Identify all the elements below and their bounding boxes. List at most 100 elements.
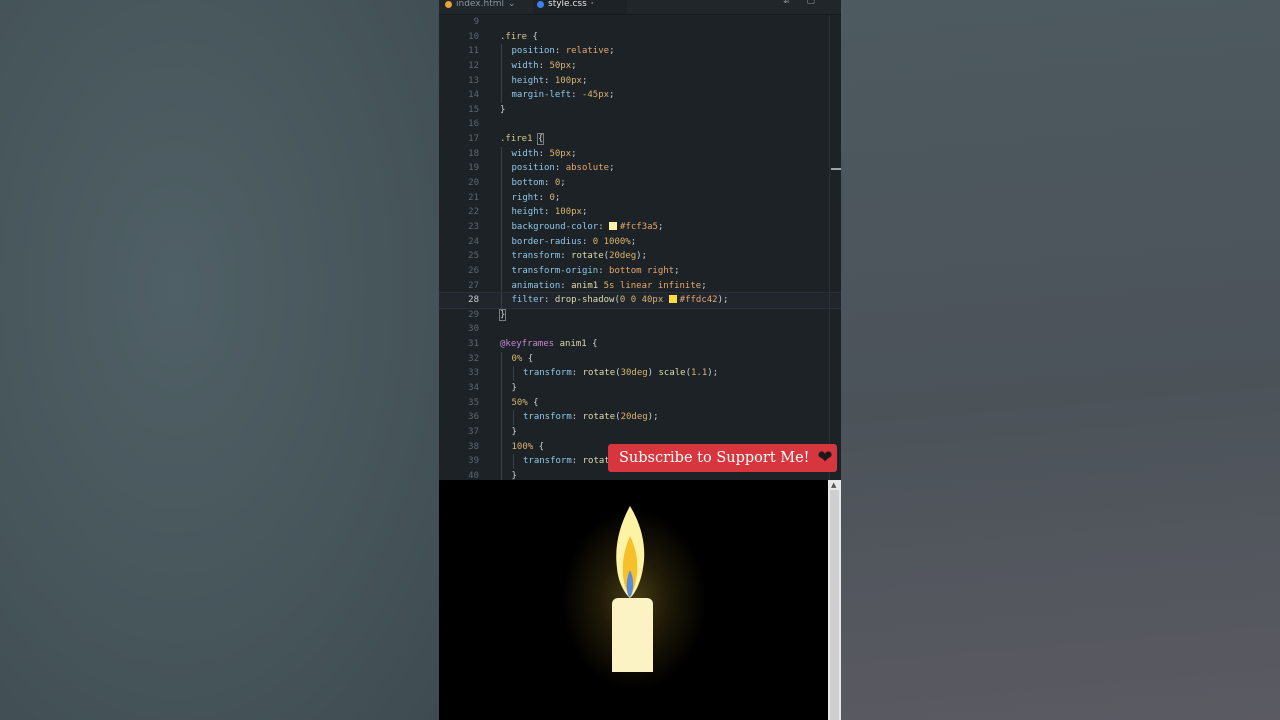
code-line[interactable]: 9 (439, 15, 841, 30)
code-line[interactable]: 20 bottom: 0; (439, 176, 841, 191)
code-line[interactable]: 18 width: 50px; (439, 146, 841, 162)
code-line[interactable]: 31 @keyframes anim1 { (439, 337, 841, 352)
code-token: width (511, 60, 539, 71)
indent-guide (501, 234, 502, 250)
code-line[interactable]: 19 position: absolute; (439, 161, 841, 177)
code-token: height (511, 207, 545, 218)
editor-scrollbar-marker[interactable] (831, 168, 841, 170)
code-line[interactable]: 28 filter: drop-shadow(0 0 40px #ffdc42); (439, 292, 841, 309)
code-token: : (560, 280, 572, 291)
code-line[interactable]: 26 transform-origin: bottom right; (439, 263, 841, 279)
code-line[interactable]: 34} (439, 381, 841, 396)
code-token: ; (581, 207, 588, 218)
code-token: ; (571, 148, 577, 159)
code-token: : (571, 90, 582, 101)
code-token: ) (647, 368, 659, 379)
html-file-icon (445, 0, 452, 8)
color-swatch[interactable] (609, 221, 618, 230)
code-line[interactable]: 37} (439, 424, 841, 440)
code-text: right: 0; (512, 191, 561, 206)
code-line[interactable]: 29} (439, 308, 841, 323)
indent-guide (501, 263, 502, 279)
code-token: : (544, 207, 555, 218)
code-text: transform: rotate(30deg) scale(1.1); (523, 366, 718, 381)
code-token: : (571, 368, 583, 379)
indent-guide (501, 366, 502, 382)
code-line[interactable]: 16 (439, 117, 841, 132)
code-line[interactable]: 15} (439, 103, 841, 118)
indent-guide (513, 410, 514, 425)
code-line[interactable]: 13 height: 100px; (439, 73, 841, 89)
code-text: } (500, 103, 505, 118)
code-token: border-radius (511, 236, 582, 247)
code-line[interactable]: 23 background-color: #fcf3a5; (439, 219, 841, 235)
scroll-up-icon[interactable]: ▲ (831, 481, 836, 489)
indent-guide (501, 381, 502, 396)
code-token: : (538, 192, 550, 203)
indent-guide (513, 454, 514, 469)
code-token: : (581, 236, 593, 247)
code-text: transform: rotate (523, 454, 615, 469)
code-text: 0% { (512, 352, 534, 367)
code-line[interactable]: 22 height: 100px; (439, 205, 841, 220)
code-line[interactable]: 17 .fire1 { (439, 132, 841, 147)
code-line[interactable]: 21 right: 0; (439, 190, 841, 206)
tab-bar: index.html ⌄ style.css · ⇵ ▢ (439, 0, 841, 15)
subscribe-banner[interactable]: Subscribe to Support Me! ❤ (608, 444, 837, 472)
code-token: } (500, 104, 506, 115)
background-right (841, 0, 1280, 720)
split-icon[interactable]: ⇵ (783, 0, 791, 6)
line-number: 39 (468, 456, 479, 467)
code-token: drop-shadow (554, 295, 615, 306)
code-line[interactable]: 32 0% { (439, 351, 841, 367)
candle-body (612, 598, 653, 672)
code-token: ); (707, 368, 719, 379)
chevron-down-icon[interactable]: ⌄ (508, 0, 516, 9)
code-line[interactable]: 36 transform: rotate(20deg); (439, 410, 841, 425)
code-token: rotate (571, 251, 604, 262)
layout-icon[interactable]: ▢ (806, 0, 815, 6)
line-number: 28 (468, 295, 479, 306)
code-token: transform (523, 368, 572, 379)
code-token: height (511, 75, 545, 86)
code-token: 100px (554, 207, 582, 218)
line-number: 9 (473, 17, 479, 27)
code-token: ); (717, 295, 729, 306)
code-token: : (598, 221, 610, 232)
code-token: width (511, 148, 539, 159)
line-number: 17 (468, 134, 479, 145)
code-line[interactable]: 12 width: 50px; (439, 58, 841, 74)
code-line[interactable]: 33 transform: rotate(30deg) scale(1.1); (439, 366, 841, 382)
code-text: } (498, 308, 507, 323)
indent-guide (513, 366, 514, 382)
scrollbar-thumb[interactable] (830, 490, 839, 720)
code-line[interactable]: 24 border-radius: 0 1000%; (439, 234, 841, 250)
code-line[interactable]: 27 animation: anim1 5s linear infinite; (439, 278, 841, 294)
code-line[interactable]: 14 margin-left: -45px; (439, 88, 841, 103)
code-token: ; (674, 265, 680, 276)
code-lines[interactable]: 9 10 .fire {11 position: relative; 12 width: … (439, 15, 841, 484)
code-token: anim1 (571, 280, 604, 291)
tab-index-html[interactable]: index.html ⌄ (445, 0, 529, 14)
code-token: #fcf3a5 (620, 221, 658, 232)
code-token: linear infinite (614, 280, 702, 291)
indent-guide (501, 351, 502, 367)
code-token: 0 0 40px (619, 295, 669, 306)
code-line[interactable]: 35 50% { (439, 395, 841, 411)
code-line[interactable]: 11 position: relative; (439, 44, 841, 59)
indent-guide (501, 278, 502, 294)
color-swatch[interactable] (668, 295, 677, 304)
line-number: 15 (468, 104, 479, 115)
tab-style-css[interactable]: style.css · (533, 0, 627, 14)
close-icon[interactable]: · (591, 0, 594, 9)
code-line[interactable]: 30 (439, 322, 841, 337)
code-line[interactable]: 10 .fire { (439, 30, 841, 45)
subscribe-label: Subscribe to Support Me! (619, 450, 810, 466)
code-text: @keyframes anim1 { (500, 337, 598, 352)
preview-scrollbar[interactable]: ▲ (828, 480, 841, 720)
code-token: margin-left (511, 90, 572, 101)
code-token: absolute (565, 163, 610, 174)
code-line[interactable]: 25 transform: rotate(20deg); (439, 249, 841, 264)
line-number: 16 (468, 119, 479, 130)
code-token: : (571, 456, 583, 467)
